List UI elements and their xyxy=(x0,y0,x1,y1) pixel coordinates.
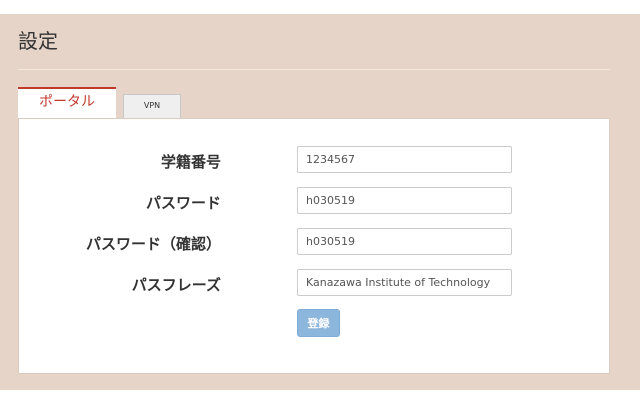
student-id-input[interactable] xyxy=(297,146,512,173)
settings-panel: 設定 VPN ポータル 学籍番号 パスワード パスワード（確認） パスフレーズ … xyxy=(0,14,640,390)
page-title: 設定 xyxy=(18,29,58,53)
top-strip xyxy=(0,0,640,14)
password-confirm-input[interactable] xyxy=(297,228,512,255)
password-confirm-label: パスワード（確認） xyxy=(85,235,221,253)
password-label: パスワード xyxy=(145,194,221,212)
title-divider xyxy=(18,69,610,70)
portal-form-card: 学籍番号 パスワード パスワード（確認） パスフレーズ 登録 xyxy=(18,118,610,374)
student-id-label: 学籍番号 xyxy=(160,153,221,171)
tab-portal[interactable]: ポータル xyxy=(18,87,116,118)
password-input[interactable] xyxy=(297,187,512,214)
bottom-strip xyxy=(0,390,640,400)
tab-vpn[interactable]: VPN xyxy=(123,94,181,118)
passphrase-label: パスフレーズ xyxy=(131,276,221,294)
passphrase-input[interactable] xyxy=(297,269,512,296)
register-button[interactable]: 登録 xyxy=(297,309,340,337)
